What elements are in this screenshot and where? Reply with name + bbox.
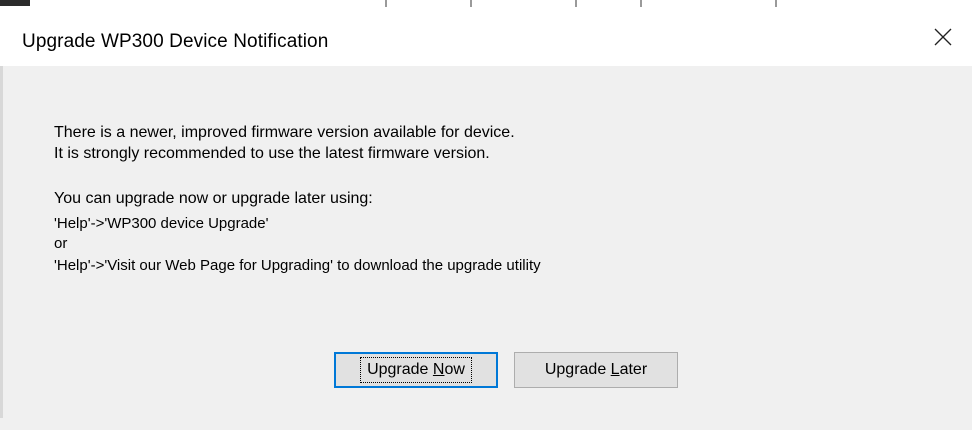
background-divider [470,0,472,7]
close-icon [934,28,952,46]
upgrade-now-accelerator: N [432,361,445,378]
upgrade-now-label: Upgrade Now [360,357,472,383]
background-window-edge [0,0,30,6]
upgrade-later-button[interactable]: Upgrade Later [514,352,678,388]
background-divider [575,0,577,7]
upgrade-now-button[interactable]: Upgrade Now [334,352,498,388]
message-line-6: 'Help'->'Visit our Web Page for Upgradin… [54,257,541,274]
upgrade-later-label-text: Upgrade [544,361,611,378]
message-line-3: You can upgrade now or upgrade later usi… [54,190,373,207]
background-divider [775,0,777,7]
dialog-left-border [0,66,3,430]
background-divider [385,0,387,7]
upgrade-now-label-text: Upgrade [367,361,433,378]
message-line-4: 'Help'->'WP300 device Upgrade' [54,215,269,232]
message-line-2: It is strongly recommended to use the la… [54,145,490,162]
upgrade-later-label-rest: ater [619,361,648,378]
upgrade-later-accelerator: L [610,361,620,378]
close-button[interactable] [914,8,972,66]
dialog-titlebar[interactable]: Upgrade WP300 Device Notification [0,8,972,66]
dialog-body: There is a newer, improved firmware vers… [0,66,972,430]
dialog-title: Upgrade WP300 Device Notification [22,31,329,52]
background-divider [640,0,642,7]
upgrade-now-label-rest: ow [444,361,465,378]
message-line-1: There is a newer, improved firmware vers… [54,124,515,141]
message-line-5: or [54,235,68,252]
upgrade-later-label: Upgrade Later [545,361,647,379]
background-window-strip [0,0,972,8]
dialog-bottom-edge [0,418,972,430]
